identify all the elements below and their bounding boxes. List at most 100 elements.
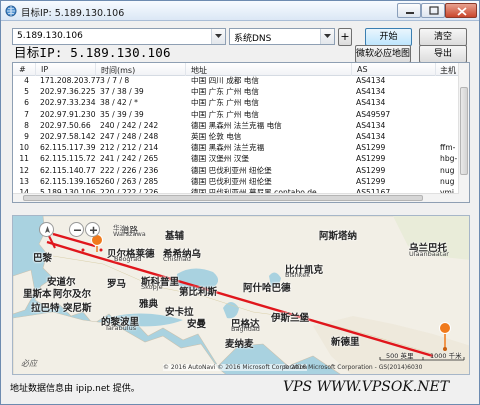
scrollbar-thumb[interactable] [460,87,468,175]
table-row[interactable]: 7 202.97.91.230 35 / 39 / 39 中国 广东 广州 电信 AS4… [13,110,459,119]
city-label: 突尼斯 [63,303,92,314]
row-latency: 241 / 242 / 265 [100,154,159,164]
row-number: 10 [19,143,29,153]
row-latency: 247 / 248 / 248 [100,132,159,141]
city-label: Warszawa [113,230,146,238]
row-ip: 202.97.36.225 [40,87,96,97]
city-label: Beograd [114,255,142,263]
row-number: 5 [24,87,29,97]
col-header-host[interactable]: 主机 [440,65,456,76]
chevron-down-icon [215,34,222,38]
dns-dropdown-button[interactable] [320,29,334,44]
minimize-button[interactable] [397,3,421,18]
city-label: 安曼 [187,319,207,330]
row-latency: 212 / 212 / 214 [100,143,159,153]
dns-select[interactable]: 系统DNS [229,28,335,45]
maximize-icon [429,6,439,15]
route-table: # IP 时间(ms) 地址 AS 主机 4 171.208.203.77 3 / … [12,62,470,203]
minus-icon [74,229,81,231]
city-label: Skopje [141,283,163,291]
ip-dropdown-button[interactable] [211,29,225,44]
city-label: 第比利斯 [179,287,218,298]
city-label: Baghdad [231,325,260,333]
clear-button[interactable]: 清空 [419,28,467,46]
row-latency: 222 / 226 / 236 [100,165,159,175]
map-provider-button[interactable]: 微软必应地图 [355,45,411,63]
row-ip: 62.115.117.39 [40,143,96,153]
col-header-location[interactable]: 地址 [191,65,207,76]
row-ip: 62.115.140.77 [40,165,96,175]
city-label: 麦纳麦 [225,339,254,350]
row-as: AS4134 [356,132,386,141]
row-number: 7 [24,109,29,119]
row-ip: 62.115.139.165 [40,176,101,186]
map-copyright-2: © 2016 Microsoft Corporation - GS(2014)6… [283,364,423,371]
table-row[interactable]: 5 202.97.36.225 37 / 38 / 39 中国 广东 广州 电信 AS4… [13,87,459,96]
plus-icon [90,226,97,234]
row-as: AS1299 [356,165,386,175]
row-ip: 202.97.50.66 [40,120,91,130]
chevron-down-icon [324,34,331,38]
minimize-icon [406,12,414,14]
row-as: AS4134 [356,120,386,130]
city-label: 阿斯塔纳 [319,231,358,242]
table-row[interactable]: 13 62.115.139.165 260 / 263 / 285 德国 巴伐利亚州 … [13,177,459,186]
row-as: AS1299 [356,154,386,164]
row-number: 12 [19,165,29,175]
city-label: 巴黎 [33,253,53,264]
row-ip: 202.97.33.234 [40,98,96,108]
table-horizontal-scrollbar[interactable] [13,193,459,202]
maximize-button[interactable] [421,3,445,18]
row-latency: 38 / 42 / * [100,98,138,108]
row-host: ffm- [440,143,456,153]
zoom-out-button[interactable] [69,222,84,237]
city-label: 新德里 [331,337,360,348]
row-latency: 35 / 39 / 39 [100,109,144,119]
close-button[interactable] [445,3,477,18]
table-row[interactable]: 11 62.115.115.72 241 / 242 / 265 德国 汉堡州 汉堡 A… [13,154,459,163]
city-label: 里斯本 [23,289,52,300]
city-label: 雅典 [139,299,159,310]
row-location: 英国 伦敦 电信 [191,132,242,141]
app-globe-icon [5,5,17,17]
row-as: AS4134 [356,87,386,97]
start-button[interactable]: 开始 [365,28,412,46]
compass-button[interactable] [39,222,54,237]
col-header-time[interactable]: 时间(ms) [101,65,135,76]
row-ip: 171.208.203.77 [40,76,101,85]
table-header: # IP 时间(ms) 地址 AS 主机 [13,63,459,76]
row-location: 中国 四川 成都 电信 [191,76,259,85]
row-location: 德国 汉堡州 汉堡 [191,154,249,164]
row-number: 4 [24,76,29,85]
row-as: AS1299 [356,176,386,186]
row-as: AS1299 [356,143,386,153]
add-dns-button[interactable]: + [338,28,352,46]
scrollbar-thumb[interactable] [23,195,423,201]
table-vertical-scrollbar[interactable] [458,63,469,202]
row-ip: 202.97.58.142 [40,132,96,141]
table-row[interactable]: 10 62.115.117.39 212 / 212 / 214 德国 黑森州 法兰克… [13,143,459,152]
col-header-ip[interactable]: IP [41,65,48,74]
zoom-in-button[interactable] [85,222,100,237]
col-header-no[interactable]: # [19,65,26,74]
row-number: 13 [19,176,29,186]
export-button[interactable]: 导出 [419,45,467,63]
row-location: 德国 巴伐利亚州 纽伦堡 [191,165,272,175]
city-label: Bishkek [285,271,311,279]
route-map[interactable]: 道路 华沙 Warszawa 基辅 阿斯塔纳 乌兰巴托 Ulaanbaatar 巴黎 贝尔格莱… [12,215,470,375]
row-as: AS4134 [356,76,386,85]
status-text: 地址数据信息由 ipip.net 提供。 [10,384,140,394]
row-number: 8 [24,120,29,130]
table-row[interactable]: 9 202.97.58.142 247 / 248 / 248 英国 伦敦 电信 AS4… [13,132,459,141]
row-host: nug [440,176,455,186]
col-header-as[interactable]: AS [357,65,368,74]
row-location: 中国 广东 广州 电信 [191,87,259,97]
row-location: 中国 广东 广州 电信 [191,98,259,108]
table-row[interactable]: 8 202.97.50.66 240 / 242 / 242 德国 黑森州 法兰克福 … [13,121,459,130]
row-latency: 3 / 7 / 8 [100,76,130,85]
table-row[interactable]: 6 202.97.33.234 38 / 42 / * 中国 广东 广州 电信 AS41… [13,98,459,107]
table-row[interactable]: 4 171.208.203.77 3 / 7 / 8 中国 四川 成都 电信 AS413… [13,76,459,85]
row-location: 德国 黑森州 法兰克福 电信 [191,120,282,130]
table-row[interactable]: 12 62.115.140.77 222 / 226 / 236 德国 巴伐利亚州 纽… [13,166,459,175]
row-location: 中国 广东 广州 电信 [191,109,259,119]
